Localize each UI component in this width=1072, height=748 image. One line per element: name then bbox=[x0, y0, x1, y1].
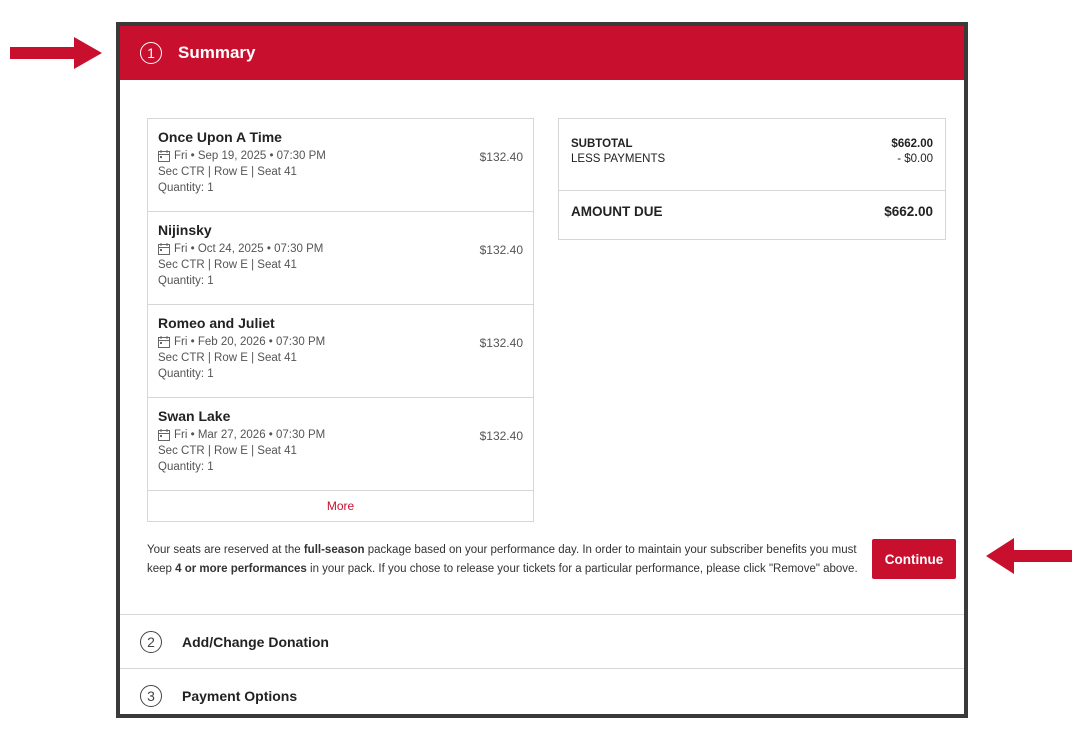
step-number: 3 bbox=[140, 684, 162, 707]
performance-date: Fri • Mar 27, 2026 • 07:30 PM bbox=[174, 429, 326, 441]
quantity: Quantity: 1 bbox=[158, 275, 214, 287]
amount-due-value: $662.00 bbox=[884, 204, 933, 219]
seat-info: Sec CTR | Row E | Seat 41 bbox=[158, 166, 297, 178]
step-title: Payment Options bbox=[182, 687, 298, 704]
performance-list: Once Upon A Time Fri • Sep 19, 2025 • 07… bbox=[147, 118, 534, 522]
seat-info: Sec CTR | Row E | Seat 41 bbox=[158, 259, 297, 271]
quantity: Quantity: 1 bbox=[158, 368, 214, 380]
performance-item: Nijinsky Fri • Oct 24, 2025 • 07:30 PM S… bbox=[148, 212, 533, 305]
step-title: Summary bbox=[178, 43, 256, 62]
subscription-notice: Your seats are reserved at the full-seas… bbox=[147, 544, 858, 575]
performance-item: Romeo and Juliet Fri • Feb 20, 2026 • 07… bbox=[148, 305, 533, 398]
seat-info: Sec CTR | Row E | Seat 41 bbox=[158, 352, 297, 364]
less-payments-value: - $0.00 bbox=[897, 153, 933, 165]
performance-name: Romeo and Juliet bbox=[158, 315, 275, 331]
performance-date: Fri • Feb 20, 2026 • 07:30 PM bbox=[174, 336, 326, 348]
calendar-icon bbox=[158, 243, 170, 255]
annotation-arrow-left-icon bbox=[986, 538, 1072, 574]
step-add-change-donation[interactable]: 2 Add/Change Donation bbox=[120, 614, 964, 668]
subtotal-value: $662.00 bbox=[891, 138, 933, 150]
step-title: Add/Change Donation bbox=[182, 633, 329, 650]
step-payment-options[interactable]: 3 Payment Options bbox=[120, 668, 964, 714]
performance-item: Swan Lake Fri • Mar 27, 2026 • 07:30 PM … bbox=[148, 398, 533, 491]
amount-due-label: AMOUNT DUE bbox=[571, 204, 663, 219]
performance-date: Fri • Sep 19, 2025 • 07:30 PM bbox=[174, 150, 326, 162]
less-payments-label: LESS PAYMENTS bbox=[571, 153, 666, 165]
calendar-icon bbox=[158, 336, 170, 348]
item-price: $132.40 bbox=[479, 243, 523, 257]
performance-item: Once Upon A Time Fri • Sep 19, 2025 • 07… bbox=[148, 119, 533, 212]
step-number: 1 bbox=[140, 42, 162, 64]
item-price: $132.40 bbox=[479, 150, 523, 164]
step-summary-header[interactable]: 1 Summary bbox=[120, 26, 964, 80]
annotation-arrow-right-icon bbox=[10, 37, 102, 69]
quantity: Quantity: 1 bbox=[158, 182, 214, 194]
checkout-panel: 1 Summary Once Upon A Time Fri • Sep 19,… bbox=[116, 22, 968, 718]
step-number: 2 bbox=[140, 630, 162, 653]
seat-info: Sec CTR | Row E | Seat 41 bbox=[158, 445, 297, 457]
more-link[interactable]: More bbox=[148, 491, 533, 520]
calendar-icon bbox=[158, 429, 170, 441]
performance-name: Once Upon A Time bbox=[158, 129, 282, 145]
quantity: Quantity: 1 bbox=[158, 461, 214, 473]
order-totals: SUBTOTAL $662.00 LESS PAYMENTS - $0.00 A… bbox=[558, 118, 946, 240]
performance-name: Nijinsky bbox=[158, 222, 212, 238]
performance-name: Swan Lake bbox=[158, 408, 231, 424]
item-price: $132.40 bbox=[479, 429, 523, 443]
calendar-icon bbox=[158, 150, 170, 162]
continue-button[interactable]: Continue bbox=[872, 539, 956, 579]
subtotal-label: SUBTOTAL bbox=[571, 138, 633, 150]
performance-date: Fri • Oct 24, 2025 • 07:30 PM bbox=[174, 243, 324, 255]
item-price: $132.40 bbox=[479, 336, 523, 350]
